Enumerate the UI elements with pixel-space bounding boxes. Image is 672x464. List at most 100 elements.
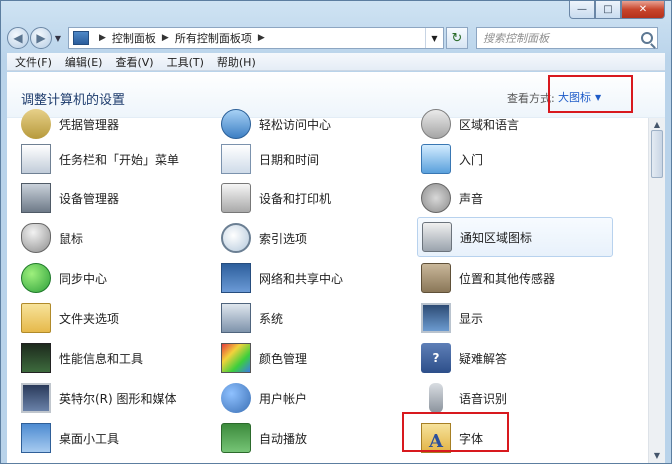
close-button[interactable]: ✕ (621, 1, 665, 19)
menu-file[interactable]: 文件(F) (10, 54, 57, 70)
item-label: 通知区域图标 (460, 230, 533, 245)
item-sound[interactable]: 声音 (421, 178, 601, 218)
performance-icon (21, 343, 51, 373)
address-row: ◀ ▶ ▼ ▶ 控制面板 ▶ 所有控制面板项 ▶ ▼ ↻ 搜索控制面板 (7, 25, 665, 51)
item-label: 入门 (459, 152, 484, 167)
address-bar[interactable]: ▶ 控制面板 ▶ 所有控制面板项 ▶ ▼ (68, 27, 444, 49)
item-label: 系统 (259, 311, 284, 326)
item-label: 自动播放 (259, 431, 308, 446)
item-location-sensors[interactable]: 位置和其他传感器 (421, 258, 601, 298)
breadcrumb-control-panel[interactable]: 控制面板 (112, 30, 156, 46)
item-label: 区域和语言 (459, 117, 520, 132)
item-date-time[interactable]: 日期和时间 (221, 139, 401, 179)
highlight-box-fonts (402, 412, 509, 452)
search-input[interactable]: 搜索控制面板 (476, 27, 658, 49)
item-label: 日期和时间 (259, 152, 320, 167)
item-label: 疑难解答 (459, 351, 508, 366)
folder-icon (21, 303, 51, 333)
item-performance[interactable]: 性能信息和工具 (21, 338, 201, 378)
item-taskbar-start-menu[interactable]: 任务栏和「开始」菜单 (21, 139, 211, 179)
maximize-button[interactable]: □ (595, 1, 621, 19)
network-icon (221, 263, 251, 293)
control-panel-icon (73, 31, 89, 45)
items-grid: 凭据管理器 轻松访问中心 区域和语言 任务栏和「开始」菜单 日期和时间 入门 设… (7, 109, 648, 463)
item-troubleshooting[interactable]: ? 疑难解答 (421, 338, 601, 378)
caption-buttons: — □ ✕ (569, 1, 665, 19)
item-label: 用户帐户 (259, 391, 308, 406)
item-ease-of-access[interactable]: 轻松访问中心 (221, 104, 401, 144)
speaker-icon (421, 183, 451, 213)
item-label: 显示 (459, 311, 484, 326)
menu-bar: 文件(F) 编辑(E) 查看(V) 工具(T) 帮助(H) (7, 53, 665, 71)
menu-view[interactable]: 查看(V) (110, 54, 158, 70)
microphone-icon (429, 383, 443, 413)
item-autoplay[interactable]: 自动播放 (221, 418, 401, 458)
item-label: 网络和共享中心 (259, 271, 344, 286)
item-credential-manager[interactable]: 凭据管理器 (21, 104, 201, 144)
item-label: 轻松访问中心 (259, 117, 332, 132)
search-icon[interactable] (641, 32, 653, 44)
item-label: 英特尔(R) 图形和媒体 (59, 391, 177, 406)
item-sync-center[interactable]: 同步中心 (21, 258, 201, 298)
item-label: 索引选项 (259, 231, 308, 246)
item-color-management[interactable]: 颜色管理 (221, 338, 401, 378)
item-system[interactable]: 系统 (221, 298, 401, 338)
menu-help[interactable]: 帮助(H) (212, 54, 261, 70)
item-desktop-gadgets[interactable]: 桌面小工具 (21, 418, 201, 458)
vertical-scrollbar[interactable]: ▲ ▼ (648, 118, 665, 463)
item-label: 颜色管理 (259, 351, 308, 366)
intel-graphics-icon (21, 383, 51, 413)
menu-tools[interactable]: 工具(T) (162, 54, 209, 70)
item-label: 桌面小工具 (59, 431, 120, 446)
system-icon (221, 303, 251, 333)
scroll-down-icon[interactable]: ▼ (649, 449, 665, 463)
item-intel-graphics[interactable]: 英特尔(R) 图形和媒体 (21, 378, 211, 418)
menu-edit[interactable]: 编辑(E) (60, 54, 108, 70)
item-devices-printers[interactable]: 设备和打印机 (221, 178, 401, 218)
back-button[interactable]: ◀ (7, 27, 29, 49)
item-indexing-options[interactable]: 索引选项 (221, 218, 401, 258)
item-device-manager[interactable]: 设备管理器 (21, 178, 201, 218)
display-icon (421, 303, 451, 333)
chevron-right-icon[interactable]: ▶ (258, 33, 265, 43)
refresh-button[interactable]: ↻ (446, 27, 468, 49)
mouse-icon (21, 223, 51, 253)
item-region-language[interactable]: 区域和语言 (421, 104, 601, 144)
breadcrumb-all-items[interactable]: 所有控制面板项 (175, 30, 252, 46)
item-label: 设备管理器 (59, 191, 120, 206)
ease-of-access-icon (221, 109, 251, 139)
item-display[interactable]: 显示 (421, 298, 601, 338)
item-label: 性能信息和工具 (59, 351, 144, 366)
chevron-right-icon[interactable]: ▶ (162, 33, 169, 43)
item-label: 任务栏和「开始」菜单 (59, 152, 180, 167)
content-area: 调整计算机的设置 查看方式: 大图标 ▼ 凭据管理器 轻松访问中心 区域和语言 (7, 72, 665, 463)
item-getting-started[interactable]: 入门 (421, 139, 601, 179)
item-label: 设备和打印机 (259, 191, 332, 206)
item-label: 鼠标 (59, 231, 84, 246)
taskbar-icon (21, 144, 51, 174)
address-dropdown[interactable]: ▼ (425, 28, 443, 48)
item-user-accounts[interactable]: 用户帐户 (221, 378, 401, 418)
item-mouse[interactable]: 鼠标 (21, 218, 201, 258)
users-icon (221, 383, 251, 413)
scroll-thumb[interactable] (651, 130, 663, 178)
notification-area-icon (422, 222, 452, 252)
recent-pages-dropdown[interactable]: ▼ (52, 34, 64, 43)
minimize-button[interactable]: — (569, 1, 595, 19)
item-network-sharing[interactable]: 网络和共享中心 (221, 258, 401, 298)
item-label: 位置和其他传感器 (459, 271, 556, 286)
location-sensor-icon (421, 263, 451, 293)
printer-icon (221, 183, 251, 213)
clock-globe-icon (421, 109, 451, 139)
item-notification-icons[interactable]: 通知区域图标 (417, 217, 613, 257)
item-label: 凭据管理器 (59, 117, 120, 132)
device-manager-icon (21, 183, 51, 213)
item-folder-options[interactable]: 文件夹选项 (21, 298, 201, 338)
forward-arrow-icon: ▶ (36, 31, 46, 45)
item-label: 文件夹选项 (59, 311, 120, 326)
autoplay-icon (221, 423, 251, 453)
back-arrow-icon: ◀ (13, 31, 23, 45)
forward-button[interactable]: ▶ (30, 27, 52, 49)
item-label: 语音识别 (459, 391, 508, 406)
control-panel-window: — □ ✕ ◀ ▶ ▼ ▶ 控制面板 ▶ 所有控制面板项 ▶ ▼ ↻ 搜索控制面… (0, 0, 672, 464)
